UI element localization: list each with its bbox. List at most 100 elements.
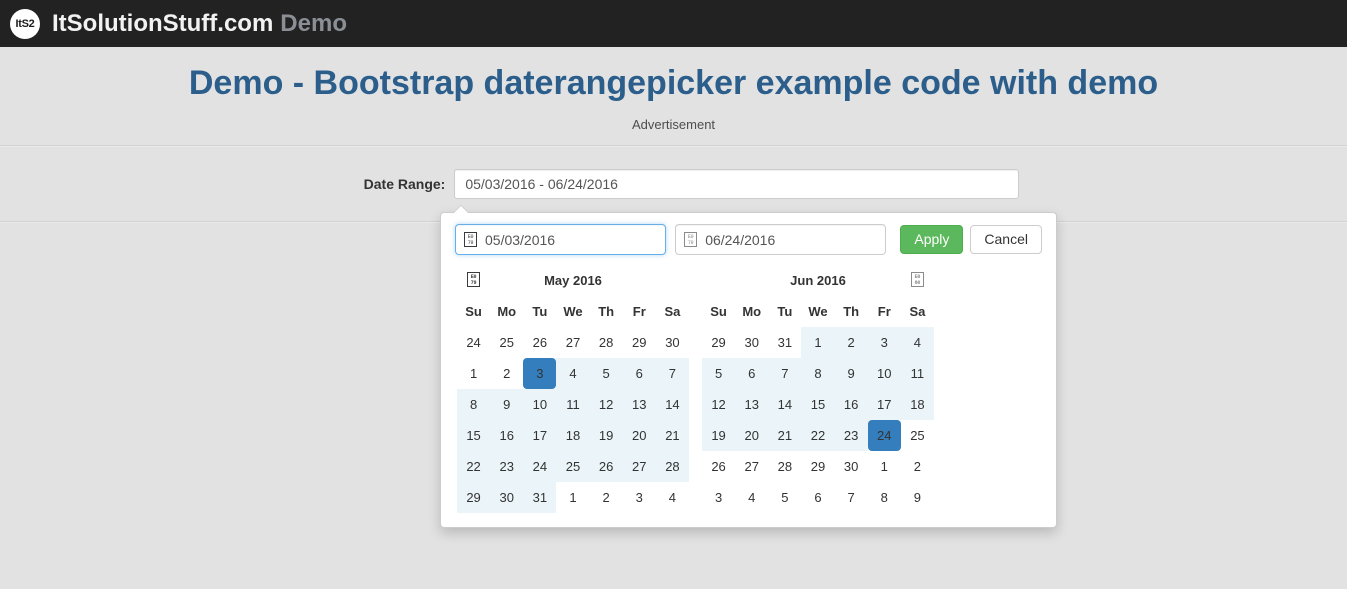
calendar-day-in-range[interactable]: 22 xyxy=(457,451,491,482)
top-navbar: ItS2 ItSolutionStuff.com Demo xyxy=(0,0,1347,47)
form-section: Date Range: xyxy=(0,147,1347,221)
end-date-field[interactable]: E0 79 06/24/2016 xyxy=(675,224,887,255)
calendar-day-in-range[interactable]: 13 xyxy=(735,389,769,420)
calendar-day-in-range[interactable]: 15 xyxy=(457,420,491,451)
calendar-day-in-range[interactable]: 4 xyxy=(900,327,934,358)
calendar-day-in-range[interactable]: 20 xyxy=(622,420,656,451)
calendar-day-off: 30 xyxy=(744,335,759,350)
calendar-day-in-range[interactable]: 29 xyxy=(457,482,491,513)
calendar-day-off: 25 xyxy=(499,335,514,350)
calendar-day-in-range[interactable]: 23 xyxy=(834,420,868,451)
calendar-day-in-range[interactable]: 17 xyxy=(523,420,557,451)
calendar-right: Jun 2016 E0 80 Su Mo Tu We Th Fr Sa 29 3… xyxy=(698,265,938,513)
calendar-day-normal[interactable]: 1 xyxy=(457,358,490,389)
calendar-day-in-range[interactable]: 2 xyxy=(834,327,868,358)
calendar-day-in-range[interactable]: 31 xyxy=(523,482,557,513)
calendar-day-off: 7 xyxy=(847,490,855,505)
calendar-day-normal[interactable]: 25 xyxy=(901,420,934,451)
calendar-day-off: 1 xyxy=(569,490,577,505)
calendar-day-in-range[interactable]: 5 xyxy=(702,358,736,389)
calendar-day-normal[interactable]: 26 xyxy=(702,451,735,482)
calendar-day-in-range[interactable]: 9 xyxy=(834,358,868,389)
calendar-right-nav-spacer xyxy=(702,265,735,296)
calendar-day-normal[interactable]: 2 xyxy=(490,358,523,389)
calendar-day-off: 24 xyxy=(466,335,481,350)
date-range-form: Date Range: xyxy=(364,168,1020,199)
calendar-icon: E0 79 xyxy=(464,232,477,247)
calendar-day-in-range[interactable]: 12 xyxy=(589,389,623,420)
site-logo-icon[interactable]: ItS2 xyxy=(10,8,40,39)
calendar-day-in-range[interactable]: 9 xyxy=(490,389,524,420)
calendar-day-in-range[interactable]: 5 xyxy=(589,358,623,389)
calendar-day-in-range[interactable]: 7 xyxy=(768,358,802,389)
dow-th: Th xyxy=(598,304,615,319)
calendar-day-off: 9 xyxy=(913,490,922,505)
calendar-day-in-range[interactable]: 7 xyxy=(655,358,689,389)
calendar-day-in-range[interactable]: 28 xyxy=(655,451,689,482)
calendar-day-in-range[interactable]: 17 xyxy=(867,389,901,420)
next-month-button[interactable]: E0 80 xyxy=(901,265,934,296)
advertisement-label: Advertisement xyxy=(631,116,716,132)
calendar-day-in-range[interactable]: 6 xyxy=(622,358,656,389)
calendar-day-in-range[interactable]: 25 xyxy=(556,451,590,482)
calendar-day-in-range[interactable]: 12 xyxy=(702,389,736,420)
calendar-day-in-range[interactable]: 23 xyxy=(490,451,524,482)
calendar-week-row: 29 30 31 1 2 3 4 xyxy=(702,327,934,358)
calendar-day-in-range[interactable]: 18 xyxy=(900,389,934,420)
apply-button[interactable]: Apply xyxy=(900,225,964,254)
calendar-day-in-range[interactable]: 24 xyxy=(523,451,557,482)
brand-name: ItSolutionStuff.com xyxy=(52,9,274,37)
calendar-day-active[interactable]: 24 xyxy=(867,420,901,451)
calendar-day-normal[interactable]: 28 xyxy=(768,451,801,482)
calendar-day-off: 2 xyxy=(913,459,922,474)
calendar-day-active[interactable]: 3 xyxy=(523,358,557,389)
calendar-day-normal[interactable]: 30 xyxy=(835,451,868,482)
brand-link[interactable]: ItSolutionStuff.com Demo xyxy=(52,9,347,37)
calendar-day-in-range[interactable]: 8 xyxy=(801,358,835,389)
calendar-day-in-range[interactable]: 10 xyxy=(867,358,901,389)
cancel-button[interactable]: Cancel xyxy=(970,225,1042,254)
calendar-day-normal[interactable]: 27 xyxy=(735,451,768,482)
calendar-right-title: Jun 2016 xyxy=(790,273,846,288)
daterangepicker-controls: E0 79 05/03/2016 E0 79 06/24/2016 Apply Ca… xyxy=(441,224,1056,255)
calendar-day-in-range[interactable]: 10 xyxy=(523,389,557,420)
calendar-day-in-range[interactable]: 16 xyxy=(490,420,524,451)
calendar-day-in-range[interactable]: 1 xyxy=(801,327,835,358)
calendar-week-row: 19 20 21 22 23 24 25 xyxy=(702,420,934,451)
calendar-day-in-range[interactable]: 22 xyxy=(801,420,835,451)
dow-fr: Fr xyxy=(632,304,646,319)
calendar-day-in-range[interactable]: 13 xyxy=(622,389,656,420)
calendar-day-in-range[interactable]: 15 xyxy=(801,389,835,420)
calendar-day-in-range[interactable]: 21 xyxy=(768,420,802,451)
calendar-table-right: Jun 2016 E0 80 Su Mo Tu We Th Fr Sa 29 3… xyxy=(702,265,934,513)
calendar-day-in-range[interactable]: 4 xyxy=(556,358,590,389)
calendar-day-in-range[interactable]: 16 xyxy=(834,389,868,420)
calendar-day-in-range[interactable]: 20 xyxy=(735,420,769,451)
dow-su: Su xyxy=(465,304,482,319)
calendar-day-in-range[interactable]: 21 xyxy=(655,420,689,451)
calendar-day-in-range[interactable]: 14 xyxy=(655,389,689,420)
calendar-day-in-range[interactable]: 27 xyxy=(622,451,656,482)
calendar-week-row: 5 6 7 8 9 10 11 xyxy=(702,358,934,389)
calendar-day-in-range[interactable]: 11 xyxy=(556,389,590,420)
calendar-day-in-range[interactable]: 19 xyxy=(589,420,623,451)
dow-su: Su xyxy=(710,304,727,319)
start-date-value: 05/03/2016 xyxy=(485,231,556,248)
date-range-input[interactable] xyxy=(454,168,1020,199)
calendar-left-title: May 2016 xyxy=(544,273,602,288)
dow-tu: Tu xyxy=(532,304,548,319)
calendar-day-in-range[interactable]: 6 xyxy=(735,358,769,389)
calendar-day-in-range[interactable]: 26 xyxy=(589,451,623,482)
start-date-field[interactable]: E0 79 05/03/2016 xyxy=(455,224,667,255)
calendar-day-in-range[interactable]: 18 xyxy=(556,420,590,451)
calendar-day-normal[interactable]: 29 xyxy=(801,451,834,482)
calendar-day-in-range[interactable]: 30 xyxy=(490,482,524,513)
calendar-day-in-range[interactable]: 19 xyxy=(702,420,736,451)
calendar-day-in-range[interactable]: 11 xyxy=(900,358,934,389)
calendar-day-in-range[interactable]: 8 xyxy=(457,389,491,420)
calendar-day-in-range[interactable]: 14 xyxy=(768,389,802,420)
brand-suffix: Demo xyxy=(280,9,347,37)
prev-month-button[interactable]: E0 79 xyxy=(457,265,490,296)
calendar-day-in-range[interactable]: 3 xyxy=(867,327,901,358)
calendar-header-row: E0 79 May 2016 xyxy=(457,265,689,296)
